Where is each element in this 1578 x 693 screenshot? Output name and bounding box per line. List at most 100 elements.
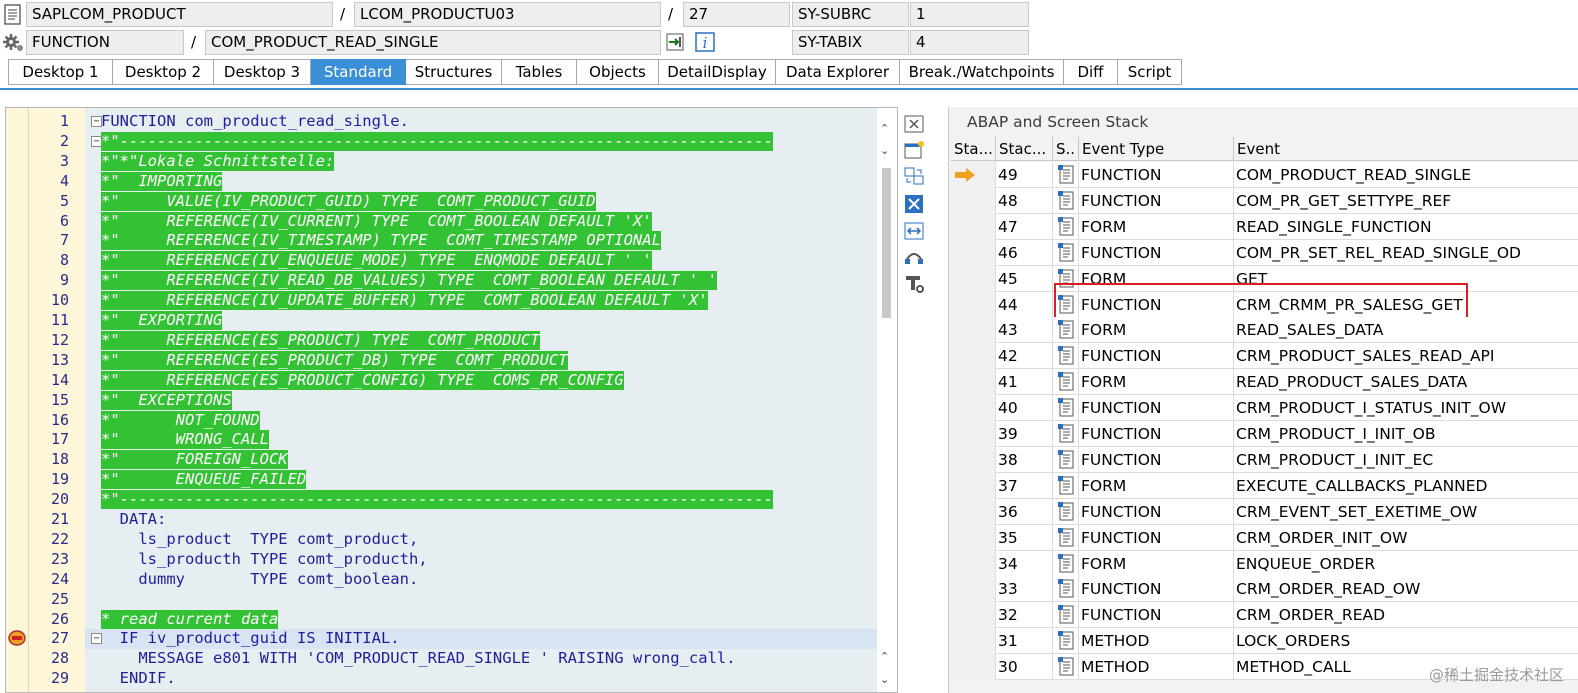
stack-row[interactable]: 36 FUNCTION CRM_EVENT_SET_EXETIME_OW bbox=[951, 498, 1578, 525]
stack-row[interactable]: 33 FUNCTION CRM_ORDER_READ_OW bbox=[951, 576, 1578, 603]
fit-width-icon[interactable] bbox=[903, 221, 925, 241]
stack-row[interactable]: 49 FUNCTION COM_PRODUCT_READ_SINGLE bbox=[951, 162, 1578, 188]
code-line[interactable]: *" WRONG_CALL bbox=[85, 430, 877, 450]
breakpoint-gutter[interactable] bbox=[6, 108, 29, 692]
code-line[interactable]: * read current data bbox=[85, 609, 877, 630]
code-line[interactable]: − IF iv_product_guid IS INITIAL. bbox=[85, 629, 877, 650]
code-line[interactable]: *" REFERENCE(ES_PRODUCT_CONFIG) TYPE COM… bbox=[85, 370, 877, 391]
source-editor[interactable]: − FUNCTION com_product_read_single. − *"---… bbox=[5, 107, 898, 693]
enter-icon[interactable] bbox=[664, 31, 686, 53]
code-line[interactable] bbox=[85, 590, 877, 610]
col-header-event-type[interactable]: Event Type bbox=[1079, 137, 1234, 161]
scroll-down-icon[interactable]: ⌄ bbox=[880, 673, 889, 686]
maximize-icon[interactable] bbox=[903, 194, 925, 214]
new-window-icon[interactable] bbox=[903, 140, 925, 160]
stack-row[interactable]: 34 FORM ENQUEUE_ORDER bbox=[951, 550, 1578, 577]
gear-icon[interactable] bbox=[2, 31, 24, 53]
stack-row[interactable]: 38 FUNCTION CRM_PRODUCT_I_INIT_EC bbox=[951, 446, 1578, 473]
stack-row[interactable]: 31 METHOD LOCK_ORDERS bbox=[951, 628, 1578, 655]
code-line[interactable]: ENDIF. bbox=[85, 669, 877, 689]
code-line[interactable]: *" REFERENCE(IV_UPDATE_BUFFER) TYPE COMT… bbox=[85, 291, 877, 311]
stack-row[interactable]: 40 FUNCTION CRM_PRODUCT_I_STATUS_INIT_OW bbox=[951, 395, 1578, 422]
source-document-icon[interactable] bbox=[1058, 216, 1076, 236]
code-line[interactable]: ls_producth TYPE comt_producth, bbox=[85, 550, 877, 570]
source-document-icon[interactable] bbox=[1058, 190, 1076, 210]
source-document-icon[interactable] bbox=[1058, 579, 1076, 598]
line-field[interactable]: 27 bbox=[683, 2, 790, 27]
code-line[interactable]: *"--------------------------------------… bbox=[85, 490, 877, 510]
code-line[interactable]: *"*"Lokale Schnittstelle: bbox=[85, 151, 877, 172]
program-field[interactable]: SAPLCOM_PRODUCT bbox=[26, 2, 333, 27]
tab-data-explorer[interactable]: Data Explorer bbox=[776, 59, 900, 85]
tab-structures[interactable]: Structures bbox=[406, 59, 502, 85]
event-name-field[interactable]: COM_PRODUCT_READ_SINGLE bbox=[205, 30, 661, 55]
source-document-icon[interactable] bbox=[1058, 605, 1076, 624]
code-line[interactable]: − FUNCTION com_product_read_single. bbox=[85, 112, 877, 132]
col-header-status[interactable]: Sta... bbox=[951, 137, 996, 161]
info-icon[interactable]: i bbox=[694, 31, 716, 53]
scroll-up-icon[interactable]: ⌃ bbox=[880, 122, 889, 135]
col-header-stack-level[interactable]: Stac... bbox=[996, 137, 1053, 161]
stack-row[interactable]: 43 FORM READ_SALES_DATA bbox=[951, 317, 1578, 344]
source-document-icon[interactable] bbox=[1058, 372, 1076, 391]
code-line[interactable]: *" REFERENCE(IV_TIMESTAMP) TYPE COMT_TIM… bbox=[85, 231, 877, 251]
stack-row[interactable]: 32 FUNCTION CRM_ORDER_READ bbox=[951, 602, 1578, 629]
stack-row[interactable]: 35 FUNCTION CRM_ORDER_INIT_OW bbox=[951, 524, 1578, 551]
code-line[interactable]: − *"-------------------------------------… bbox=[85, 131, 877, 152]
tab-desktop-2[interactable]: Desktop 2 bbox=[113, 59, 214, 85]
code-line[interactable]: ls_product TYPE comt_product, bbox=[85, 530, 877, 550]
tab-tables[interactable]: Tables bbox=[502, 59, 577, 85]
stack-row[interactable]: 41 FORM READ_PRODUCT_SALES_DATA bbox=[951, 369, 1578, 396]
tab-script[interactable]: Script bbox=[1118, 59, 1182, 85]
code-line[interactable]: *" REFERENCE(IV_READ_DB_VALUES) TYPE COM… bbox=[85, 271, 877, 291]
swap-icon[interactable] bbox=[903, 166, 925, 186]
source-document-icon[interactable] bbox=[1058, 449, 1076, 469]
source-document-icon[interactable] bbox=[1058, 527, 1076, 547]
col-header-s[interactable]: S.. bbox=[1053, 137, 1079, 161]
source-document-icon[interactable] bbox=[1058, 475, 1076, 495]
code-area[interactable]: − FUNCTION com_product_read_single. − *"---… bbox=[85, 108, 877, 692]
breakpoint-marker-icon[interactable] bbox=[8, 629, 28, 647]
network-icon[interactable] bbox=[903, 247, 925, 267]
col-header-event[interactable]: Event bbox=[1234, 137, 1578, 161]
scroll-up-icon[interactable]: ⌃ bbox=[880, 650, 889, 663]
source-document-icon[interactable] bbox=[1058, 657, 1076, 676]
code-line[interactable]: *" REFERENCE(ES_PRODUCT_DB) TYPE COMT_PR… bbox=[85, 350, 877, 371]
source-document-icon[interactable] bbox=[1058, 631, 1076, 650]
stack-row[interactable]: 39 FUNCTION CRM_PRODUCT_I_INIT_OB bbox=[951, 421, 1578, 447]
code-line[interactable]: *" VALUE(IV_PRODUCT_GUID) TYPE COMT_PROD… bbox=[85, 191, 877, 212]
source-document-icon[interactable] bbox=[1058, 346, 1076, 365]
stack-row[interactable]: 42 FUNCTION CRM_PRODUCT_SALES_READ_API bbox=[951, 343, 1578, 370]
source-document-icon[interactable] bbox=[1058, 165, 1076, 184]
tab-breakpoints[interactable]: Break./Watchpoints bbox=[900, 59, 1064, 85]
scrollbar-thumb[interactable] bbox=[882, 168, 891, 318]
code-line[interactable]: *" REFERENCE(IV_ENQUEUE_MODE) TYPE ENQMO… bbox=[85, 251, 877, 271]
stack-row[interactable]: 46 FUNCTION COM_PR_SET_REL_READ_SINGLE_OD bbox=[951, 239, 1578, 266]
code-line[interactable]: *" EXPORTING bbox=[85, 311, 877, 331]
code-line[interactable]: DATA: bbox=[85, 510, 877, 530]
stack-row[interactable]: 47 FORM READ_SINGLE_FUNCTION bbox=[951, 213, 1578, 240]
tab-detaildisplay[interactable]: DetailDisplay bbox=[659, 59, 776, 85]
stack-row[interactable]: 48 FUNCTION COM_PR_GET_SETTYPE_REF bbox=[951, 187, 1578, 214]
source-document-icon[interactable] bbox=[1058, 320, 1076, 339]
code-line[interactable]: *" EXCEPTIONS bbox=[85, 390, 877, 411]
code-line[interactable]: *" FOREIGN_LOCK bbox=[85, 450, 877, 470]
code-line[interactable]: *" IMPORTING bbox=[85, 171, 877, 192]
code-line[interactable]: *" REFERENCE(IV_CURRENT) TYPE COMT_BOOLE… bbox=[85, 211, 877, 232]
tools-icon[interactable] bbox=[903, 274, 925, 294]
include-field[interactable]: LCOM_PRODUCTU03 bbox=[354, 2, 661, 27]
code-line[interactable]: dummy TYPE comt_boolean. bbox=[85, 570, 877, 590]
tab-standard[interactable]: Standard bbox=[311, 59, 406, 85]
tab-desktop-3[interactable]: Desktop 3 bbox=[214, 59, 311, 85]
code-line[interactable]: *" ENQUEUE_FAILED bbox=[85, 470, 877, 490]
event-type-field[interactable]: FUNCTION bbox=[26, 30, 184, 55]
scroll-down-icon[interactable]: ⌄ bbox=[880, 144, 889, 157]
tab-desktop-1[interactable]: Desktop 1 bbox=[8, 59, 113, 85]
tab-objects[interactable]: Objects bbox=[577, 59, 659, 85]
source-document-icon[interactable] bbox=[1058, 242, 1076, 262]
close-panel-icon[interactable] bbox=[903, 114, 925, 134]
code-line[interactable]: *" REFERENCE(ES_PRODUCT) TYPE COMT_PRODU… bbox=[85, 330, 877, 351]
code-line[interactable]: *" NOT_FOUND bbox=[85, 410, 877, 431]
stack-row[interactable]: 37 FORM EXECUTE_CALLBACKS_PLANNED bbox=[951, 472, 1578, 499]
editor-scrollbar[interactable]: ⌃ ⌄ ⌃ ⌄ bbox=[877, 108, 897, 692]
